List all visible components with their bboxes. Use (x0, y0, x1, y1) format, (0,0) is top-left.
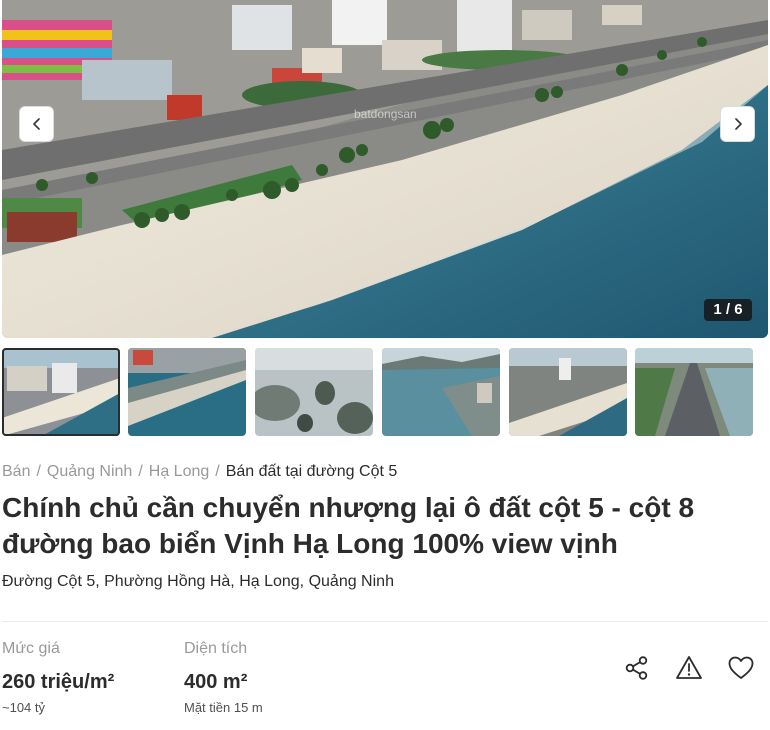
previous-photo-button[interactable] (19, 106, 54, 142)
thumbnail-1[interactable] (2, 348, 120, 436)
area-value: 400 m² (184, 671, 248, 693)
report-button[interactable] (675, 654, 703, 682)
photo-counter: 1 / 6 (704, 299, 752, 321)
area-block: Diện tích 400 m² Mặt tiền 15 m (184, 640, 263, 715)
heart-icon (728, 656, 754, 679)
thumbnail-2[interactable] (128, 348, 246, 436)
thumbnail-image (2, 348, 120, 436)
thumbnail-6[interactable] (635, 348, 753, 436)
thumbnail-5[interactable] (509, 348, 627, 436)
breadcrumb-separator: / (36, 463, 41, 480)
beach-city-photo: batdongsan (2, 0, 768, 338)
frontage: Mặt tiền 15 m (184, 700, 263, 715)
next-photo-button[interactable] (720, 106, 755, 142)
chevron-right-icon (734, 118, 742, 130)
breadcrumb-current: Bán đất tại đường Cột 5 (225, 463, 398, 480)
main-photo[interactable]: batdongsan 1 / 6 (2, 0, 768, 338)
breadcrumb-link-city[interactable]: Hạ Long (149, 463, 210, 480)
thumbnail-4[interactable] (382, 348, 500, 436)
listing-title: Chính chủ cần chuyển nhượng lại ô đất cộ… (2, 492, 695, 559)
thumbnail-strip (2, 348, 768, 436)
watermark: batdongsan (354, 107, 417, 121)
price-label: Mức giá (2, 640, 60, 657)
thumbnail-image (509, 348, 627, 436)
breadcrumb-separator: / (138, 463, 143, 480)
thumbnail-image (382, 348, 500, 436)
thumbnail-image (635, 348, 753, 436)
save-favorite-button[interactable] (727, 654, 755, 682)
breadcrumb-link-sale[interactable]: Bán (2, 463, 30, 480)
divider (2, 621, 768, 622)
thumbnail-image (128, 348, 246, 436)
price-block: Mức giá 260 triệu/m² ~104 tỷ (2, 640, 114, 715)
warning-icon (676, 656, 702, 679)
listing-address: Đường Cột 5, Phường Hồng Hà, Hạ Long, Qu… (2, 573, 394, 590)
breadcrumb-link-province[interactable]: Quảng Ninh (47, 463, 132, 480)
share-icon (625, 656, 648, 680)
share-button[interactable] (623, 654, 651, 682)
breadcrumb: Bán / Quảng Ninh / Hạ Long / Bán đất tại đường… (2, 463, 397, 481)
breadcrumb-separator: / (215, 463, 220, 480)
price-value: 260 triệu/m² (2, 671, 115, 693)
area-label: Diện tích (184, 640, 248, 657)
thumbnail-3[interactable] (255, 348, 373, 436)
chevron-left-icon (32, 118, 40, 130)
thumbnail-image (255, 348, 373, 436)
price-total: ~104 tỷ (2, 700, 46, 715)
